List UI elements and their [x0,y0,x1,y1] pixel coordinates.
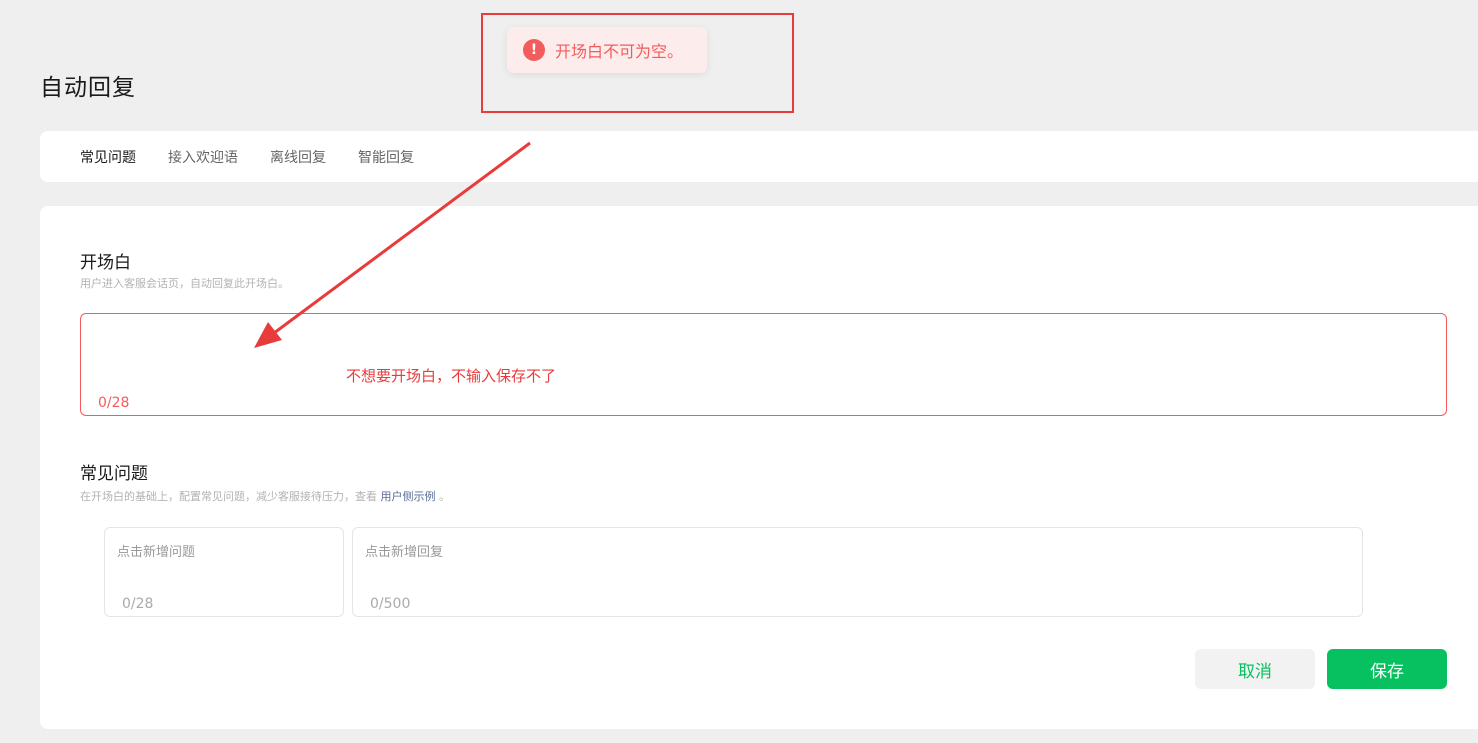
settings-card: 开场白 用户进入客服会话页，自动回复此开场白。 不想要开场白，不输入保存不了 0… [40,206,1478,729]
opening-description: 用户进入客服会话页，自动回复此开场白。 [80,277,289,290]
annotation-box [481,13,794,113]
page-title: 自动回复 [40,75,136,101]
tab-faq[interactable]: 常见问题 [80,147,136,167]
question-char-counter: 0/28 [122,596,154,612]
annotation-text: 不想要开场白，不输入保存不了 [346,367,557,385]
save-button[interactable]: 保存 [1327,649,1447,689]
faq-description: 在开场白的基础上，配置常见问题，减少客服接待压力，查看 用户侧示例 。 [80,488,450,504]
tab-smart-reply[interactable]: 智能回复 [358,147,414,167]
tab-welcome[interactable]: 接入欢迎语 [168,147,238,167]
user-example-link[interactable]: 用户侧示例 [381,490,436,503]
question-input[interactable]: 点击新增问题 0/28 [104,527,344,617]
page: 自动回复 ! 开场白不可为空。 常见问题 接入欢迎语 离线回复 智能回复 开场白… [0,0,1478,743]
tab-bar: 常见问题 接入欢迎语 离线回复 智能回复 [40,131,1478,182]
opening-char-counter: 0/28 [98,395,130,411]
faq-title: 常见问题 [80,464,148,484]
faq-description-suffix: 。 [439,490,450,503]
faq-description-text: 在开场白的基础上，配置常见问题，减少客服接待压力，查看 [80,490,377,503]
tab-offline-reply[interactable]: 离线回复 [270,147,326,167]
reply-input[interactable]: 点击新增回复 0/500 [352,527,1363,617]
question-placeholder: 点击新增问题 [117,545,196,560]
reply-char-counter: 0/500 [370,596,411,612]
opening-input[interactable]: 不想要开场白，不输入保存不了 0/28 [80,313,1447,416]
cancel-button[interactable]: 取消 [1195,649,1315,689]
reply-placeholder: 点击新增回复 [365,545,444,560]
opening-title: 开场白 [80,253,131,273]
